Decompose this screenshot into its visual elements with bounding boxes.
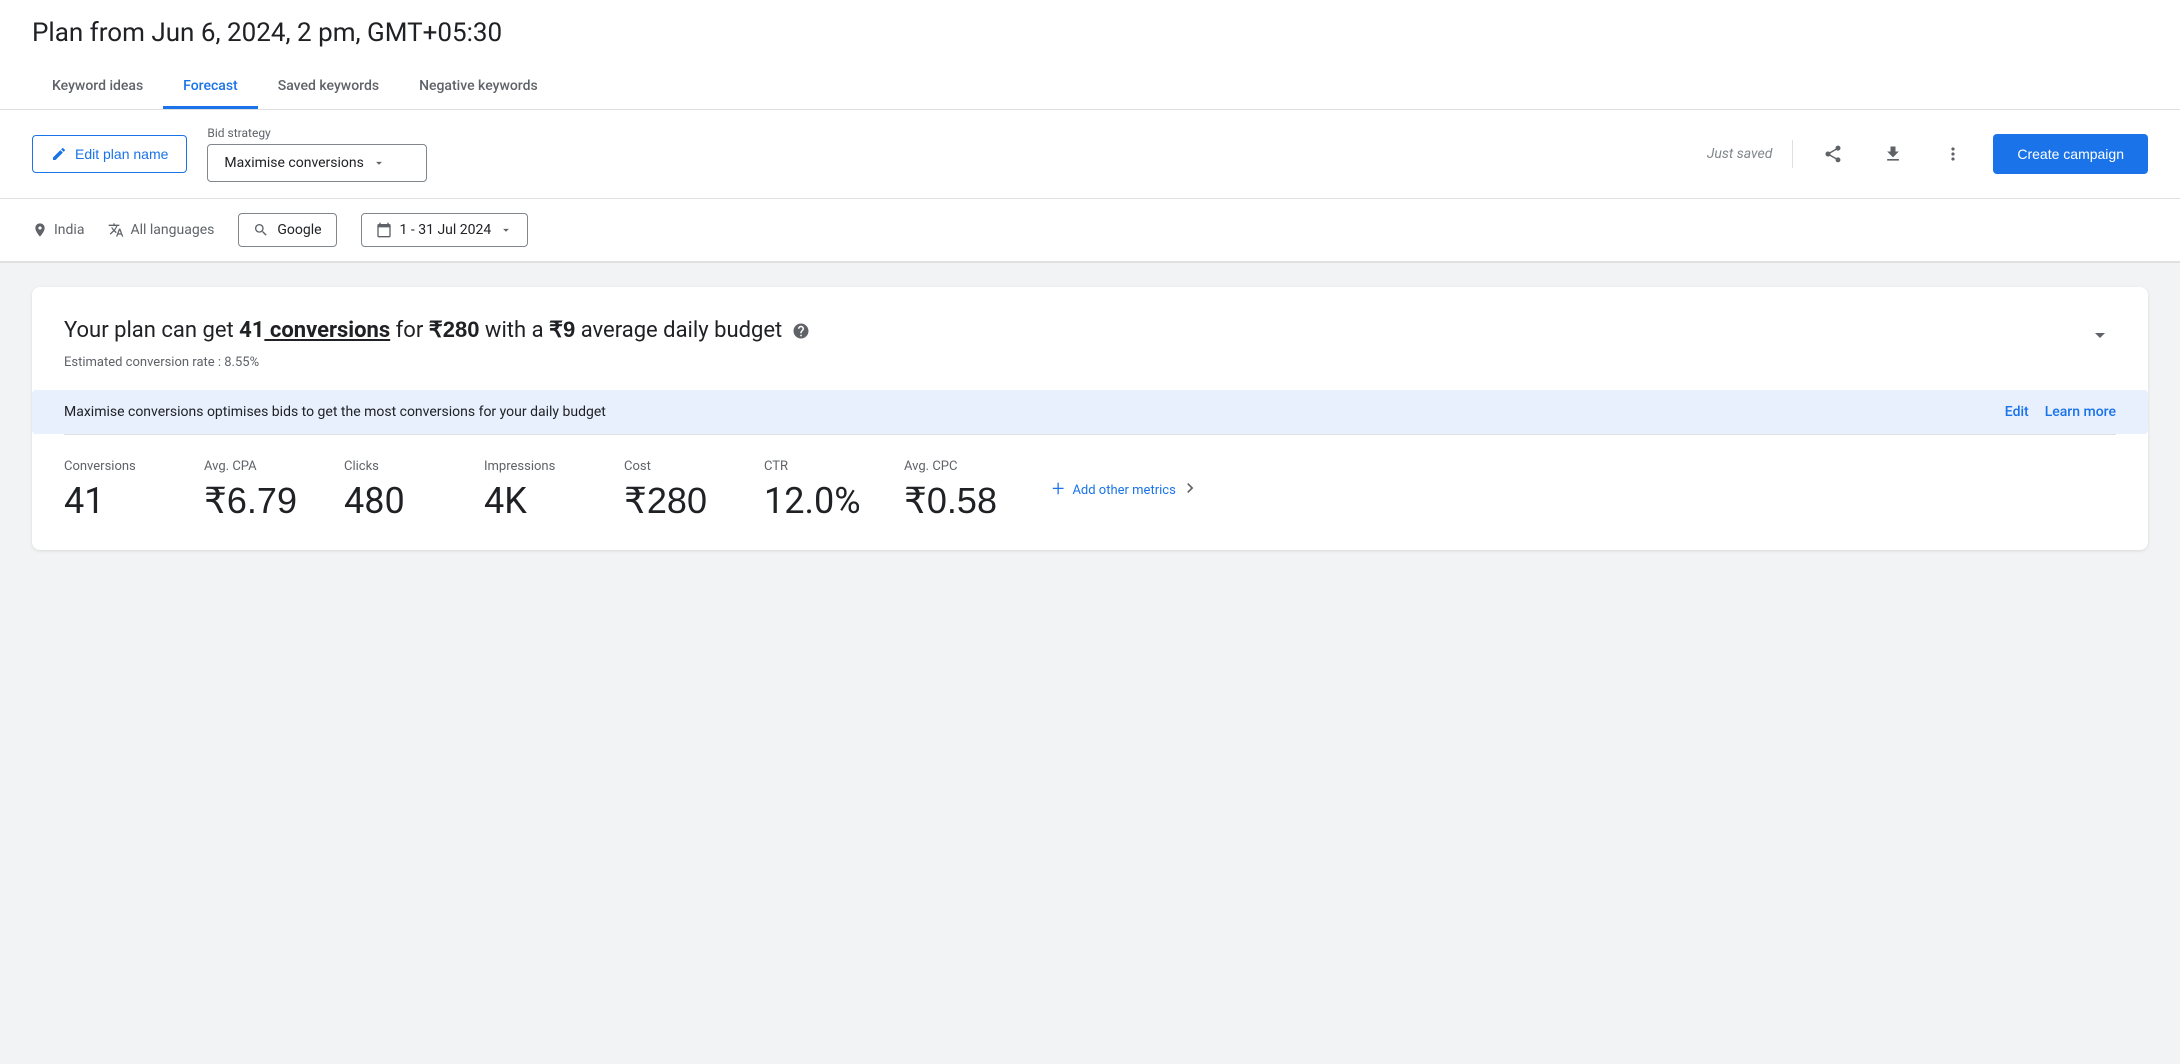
tab-keyword-ideas[interactable]: Keyword ideas [32, 66, 163, 109]
metric-label-avg-cpc: Avg. CPC [904, 459, 1012, 474]
summary-title: Your plan can get 41 conversions for ₹28… [64, 315, 810, 347]
bid-strategy-group: Bid strategy Maximise conversions [207, 126, 427, 182]
metric-cost: Cost ₹280 [624, 459, 764, 522]
metric-value-conversions: 41 [64, 480, 172, 522]
suffix: average daily budget [575, 318, 782, 343]
divider [1792, 140, 1793, 168]
chevron-down-icon [372, 156, 386, 170]
metric-value-cost: ₹280 [624, 480, 732, 522]
metric-value-ctr: 12.0% [764, 480, 872, 522]
location-icon [32, 222, 48, 238]
share-button[interactable] [1813, 134, 1853, 174]
info-banner-text: Maximise conversions optimises bids to g… [64, 404, 606, 420]
add-metrics-button[interactable]: + Add other metrics [1052, 479, 1176, 501]
edit-plan-label: Edit plan name [75, 146, 168, 162]
language-icon [108, 222, 124, 238]
date-range-filter[interactable]: 1 - 31 Jul 2024 [361, 213, 529, 247]
language-filter: All languages [108, 222, 214, 238]
bid-strategy-value: Maximise conversions [224, 155, 363, 171]
next-arrow-button[interactable] [1180, 478, 1200, 503]
date-range-label: 1 - 31 Jul 2024 [400, 222, 492, 238]
metric-label-cost: Cost [624, 459, 732, 474]
summary-prefix: Your plan can get [64, 318, 239, 343]
bid-strategy-select[interactable]: Maximise conversions [207, 144, 427, 182]
metric-label-ctr: CTR [764, 459, 872, 474]
download-button[interactable] [1873, 134, 1913, 174]
tabs-nav: Keyword ideas Forecast Saved keywords Ne… [32, 66, 2148, 109]
network-icon [253, 222, 269, 238]
middle-text: for [390, 318, 429, 343]
with-text: with a [479, 318, 549, 343]
more-vert-icon [1943, 144, 1963, 164]
pencil-icon [51, 146, 67, 162]
network-label: Google [277, 222, 321, 238]
network-filter[interactable]: Google [238, 213, 336, 247]
plus-icon: + [1052, 479, 1064, 501]
top-bar: Plan from Jun 6, 2024, 2 pm, GMT+05:30 K… [0, 0, 2180, 110]
download-icon [1883, 144, 1903, 164]
info-banner-actions: Edit Learn more [2005, 404, 2116, 420]
main-content: Your plan can get 41 conversions for ₹28… [0, 263, 2180, 574]
cost-value: ₹280 [429, 317, 480, 342]
filters-section: India All languages Google 1 - 31 Jul 20… [0, 199, 2180, 263]
just-saved-status: Just saved [1707, 146, 1773, 162]
edit-link[interactable]: Edit [2005, 404, 2029, 420]
location-filter: India [32, 222, 84, 238]
create-campaign-button[interactable]: Create campaign [1993, 134, 2148, 174]
metric-clicks: Clicks 480 [344, 459, 484, 522]
tab-saved-keywords[interactable]: Saved keywords [258, 66, 399, 109]
metric-value-avg-cpa: ₹6.79 [204, 480, 312, 522]
learn-more-link[interactable]: Learn more [2045, 404, 2116, 420]
metrics-row: Conversions 41 Avg. CPA ₹6.79 Clicks 480… [64, 434, 2116, 550]
metric-label-clicks: Clicks [344, 459, 452, 474]
plan-title: Plan from Jun 6, 2024, 2 pm, GMT+05:30 [32, 18, 2148, 48]
summary-title-container: Your plan can get 41 conversions for ₹28… [64, 315, 810, 370]
metric-avg-cpa: Avg. CPA ₹6.79 [204, 459, 344, 522]
add-metrics-label: Add other metrics [1072, 483, 1175, 498]
metric-value-impressions: 4K [484, 480, 592, 522]
metric-conversions: Conversions 41 [64, 459, 204, 522]
info-banner: Maximise conversions optimises bids to g… [32, 390, 2148, 434]
edit-plan-button[interactable]: Edit plan name [32, 135, 187, 173]
metric-avg-cpc: Avg. CPC ₹0.58 [904, 459, 1044, 522]
toolbar-section: Edit plan name Bid strategy Maximise con… [0, 110, 2180, 199]
metric-value-avg-cpc: ₹0.58 [904, 480, 1012, 522]
metric-ctr: CTR 12.0% [764, 459, 904, 522]
tab-forecast[interactable]: Forecast [163, 66, 258, 109]
bid-strategy-label: Bid strategy [207, 126, 427, 140]
collapse-button[interactable] [2084, 319, 2116, 357]
tab-negative-keywords[interactable]: Negative keywords [399, 66, 558, 109]
share-icon [1823, 144, 1843, 164]
metric-value-clicks: 480 [344, 480, 452, 522]
metric-label-impressions: Impressions [484, 459, 592, 474]
calendar-icon [376, 222, 392, 238]
summary-header: Your plan can get 41 conversions for ₹28… [64, 315, 2116, 370]
chevron-down-icon [2088, 323, 2112, 347]
location-label: India [54, 222, 84, 238]
conversions-count: 41 [239, 318, 264, 343]
metric-label-conversions: Conversions [64, 459, 172, 474]
metric-label-avg-cpa: Avg. CPA [204, 459, 312, 474]
conversion-rate: Estimated conversion rate : 8.55% [64, 355, 810, 370]
metric-impressions: Impressions 4K [484, 459, 624, 522]
more-options-button[interactable] [1933, 134, 1973, 174]
daily-budget-value: ₹9 [549, 317, 575, 342]
help-icon [792, 322, 810, 340]
conversions-label: conversions [264, 318, 390, 343]
chevron-down-icon [499, 223, 513, 237]
language-label: All languages [130, 222, 214, 238]
chevron-right-icon [1180, 478, 1200, 498]
summary-card: Your plan can get 41 conversions for ₹28… [32, 287, 2148, 550]
